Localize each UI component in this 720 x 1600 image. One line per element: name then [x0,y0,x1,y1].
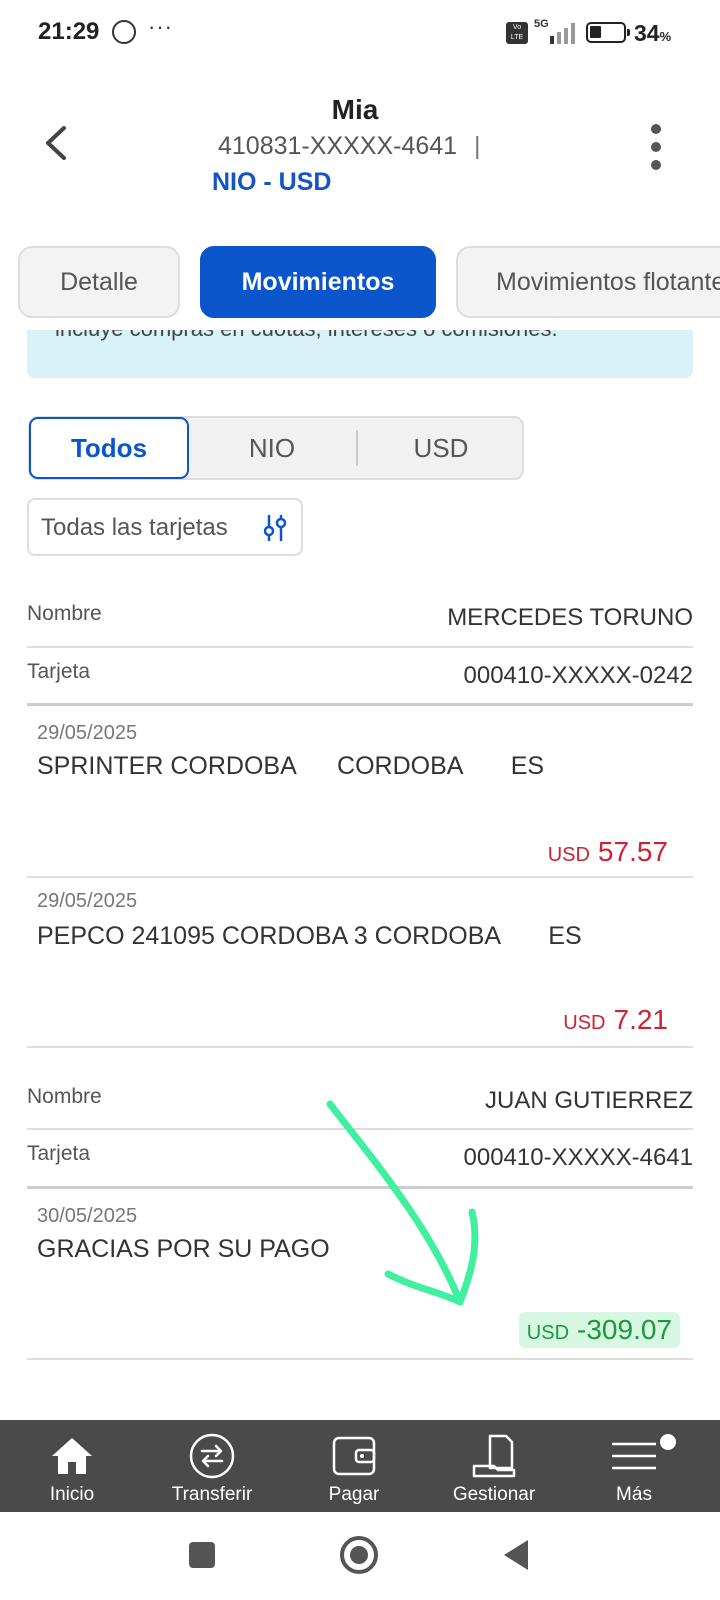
currency-filter: NIO USD Todos [28,416,524,480]
nav-label: Inicio [49,1484,95,1505]
volte-icon: Vo LTE [506,22,528,44]
filter-todos[interactable]: Todos [29,417,189,479]
app-header: Mia 410831-XXXXX-4641 | NIO - USD [0,80,720,210]
battery-percent: 34% [634,20,672,46]
name-label: Nombre [27,1085,102,1108]
info-banner-text: incluye compras en cuotas, intereses o c… [55,330,558,342]
filter-sliders-icon [263,514,287,542]
card-label: Tarjeta [27,1142,91,1165]
card-number-row: Tarjeta 000410-XXXXX-4641 [27,1142,693,1182]
transaction-date: 30/05/2025 [37,1205,138,1227]
signal-icon [550,23,575,44]
card-filter-label: Todas las tarjetas [41,514,228,541]
transaction-amount: USD 7.21 [563,1004,668,1036]
network-type: 5G [534,18,549,30]
recent-apps-icon[interactable] [189,1542,215,1568]
divider [27,703,693,706]
filter-usd[interactable]: USD [360,418,522,478]
more-notifications-icon: ··· [148,14,173,39]
battery-icon [586,22,630,43]
account-currency: NIO - USD [212,168,332,196]
divider [27,876,693,878]
cardholder-name-row: Nombre MERCEDES TORUNO [27,602,693,642]
amount-currency: USD [526,1322,570,1344]
amount-value: 7.21 [613,1004,669,1035]
nav-gestionar[interactable]: Gestionar [434,1420,554,1512]
whatsapp-icon [112,20,136,44]
back-arrow-icon[interactable] [34,120,80,166]
transaction-description: PEPCO 241095 CORDOBA 3 CORDOBA ES [37,922,582,950]
status-time: 21:29 [38,18,100,45]
card-filter-button[interactable]: Todas las tarjetas [27,498,303,556]
manage-icon [472,1434,516,1478]
menu-icon [612,1442,656,1470]
wallet-icon [332,1436,376,1476]
filter-nio[interactable]: NIO [192,418,352,478]
bottom-navigation: Inicio Transferir Pagar Gestionar Más [0,1420,720,1512]
divider [27,646,693,648]
nav-label: Transferir [171,1484,253,1505]
transaction-date: 29/05/2025 [37,722,138,744]
info-banner: incluye compras en cuotas, intereses o c… [27,330,693,378]
cardholder-name-row: Nombre JUAN GUTIERREZ [27,1085,693,1125]
status-bar: 21:29 ··· Vo LTE 5G 34% [0,0,720,66]
segment-divider [356,430,358,466]
nav-pagar[interactable]: Pagar [294,1420,414,1512]
nav-label: Pagar [328,1484,380,1505]
home-icon [52,1438,92,1474]
system-back-icon[interactable] [504,1540,528,1570]
cardholder-name: MERCEDES TORUNO [447,604,693,631]
page-title: Mia [331,94,379,125]
nav-label: Más [616,1484,652,1505]
divider [27,1046,693,1048]
transaction-date: 29/05/2025 [37,890,138,912]
nav-label: Gestionar [452,1484,536,1505]
more-options-icon[interactable] [646,124,666,170]
amount-currency: USD [563,1012,606,1034]
card-label: Tarjeta [27,660,91,683]
account-tabs: Detalle Movimientos Movimientos flotante… [0,246,720,320]
amount-currency: USD [547,844,590,866]
account-number: 410831-XXXXX-4641 [218,132,458,160]
tab-movimientos-flotantes[interactable]: Movimientos flotantes [456,246,720,318]
transaction-amount: USD 57.57 [548,836,668,868]
transaction-amount: USD -309.07 [518,1312,680,1348]
header-separator: | [474,132,481,160]
transaction-description: SPRINTER CORDOBA CORDOBA ES [37,752,545,780]
nav-transferir[interactable]: Transferir [152,1420,272,1512]
system-navigation-bar [0,1512,720,1600]
divider [27,1358,693,1360]
nav-inicio[interactable]: Inicio [12,1420,132,1512]
amount-value: 57.57 [597,836,668,867]
amount-value: -309.07 [577,1314,672,1345]
transfer-icon [189,1433,235,1479]
card-number: 000410-XXXXX-4641 [463,1144,694,1171]
cardholder-name: JUAN GUTIERREZ [484,1087,693,1114]
divider [27,1128,693,1130]
home-button-icon[interactable] [340,1536,378,1574]
name-label: Nombre [27,602,102,625]
tab-detalle[interactable]: Detalle [18,246,180,318]
card-number-row: Tarjeta 000410-XXXXX-0242 [27,660,693,700]
nav-mas[interactable]: Más [574,1420,694,1512]
transaction-description: GRACIAS POR SU PAGO [37,1235,330,1263]
divider [27,1186,693,1189]
card-number: 000410-XXXXX-0242 [463,662,694,689]
notification-dot [660,1434,676,1450]
tab-movimientos[interactable]: Movimientos [200,246,436,318]
